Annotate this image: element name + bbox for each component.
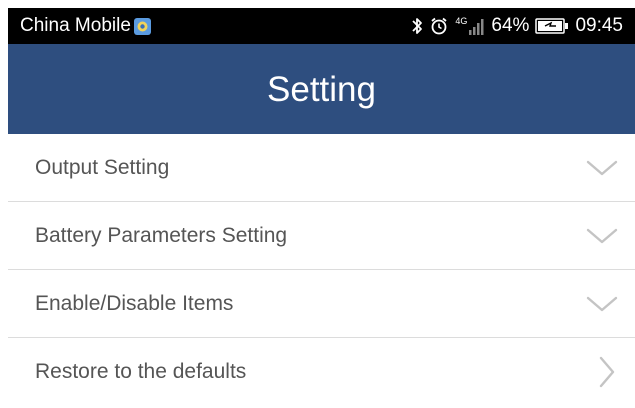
battery-percent: 64% — [491, 15, 530, 36]
settings-item-label: Battery Parameters Setting — [35, 223, 288, 247]
settings-item-battery-parameters[interactable]: Battery Parameters Setting — [8, 202, 635, 270]
chevron-down-icon[interactable] — [585, 294, 619, 314]
bluetooth-icon — [411, 16, 423, 36]
clock-time: 09:45 — [575, 15, 623, 36]
page-title: Setting — [267, 70, 376, 109]
carrier-app-icon — [133, 17, 151, 35]
app-header: Setting — [8, 44, 635, 134]
settings-item-restore-defaults[interactable]: Restore to the defaults — [8, 338, 635, 406]
chevron-right-icon[interactable] — [597, 355, 617, 389]
alarm-icon — [429, 16, 449, 36]
signal-group: 4G — [455, 17, 485, 35]
settings-item-label: Enable/Disable Items — [35, 291, 234, 315]
setting-screen: China Mobile 4G 64% 09:45 Setting Output… — [0, 0, 635, 408]
network-type: 4G — [455, 16, 468, 26]
status-bar: China Mobile 4G 64% 09:45 — [8, 8, 635, 44]
settings-item-label: Restore to the defaults — [35, 360, 247, 383]
chevron-down-icon[interactable] — [585, 158, 619, 178]
carrier-group: China Mobile — [20, 15, 151, 37]
settings-list: Output Setting Battery Parameters Settin… — [8, 134, 635, 406]
status-icons: 4G 64% 09:45 — [411, 15, 623, 37]
settings-item-output-setting[interactable]: Output Setting — [8, 134, 635, 202]
signal-icon — [469, 17, 485, 35]
settings-item-enable-disable[interactable]: Enable/Disable Items — [8, 270, 635, 338]
battery-icon — [535, 18, 569, 34]
chevron-down-icon[interactable] — [585, 226, 619, 246]
settings-item-label: Output Setting — [35, 155, 170, 179]
carrier-name: China Mobile — [20, 15, 131, 36]
